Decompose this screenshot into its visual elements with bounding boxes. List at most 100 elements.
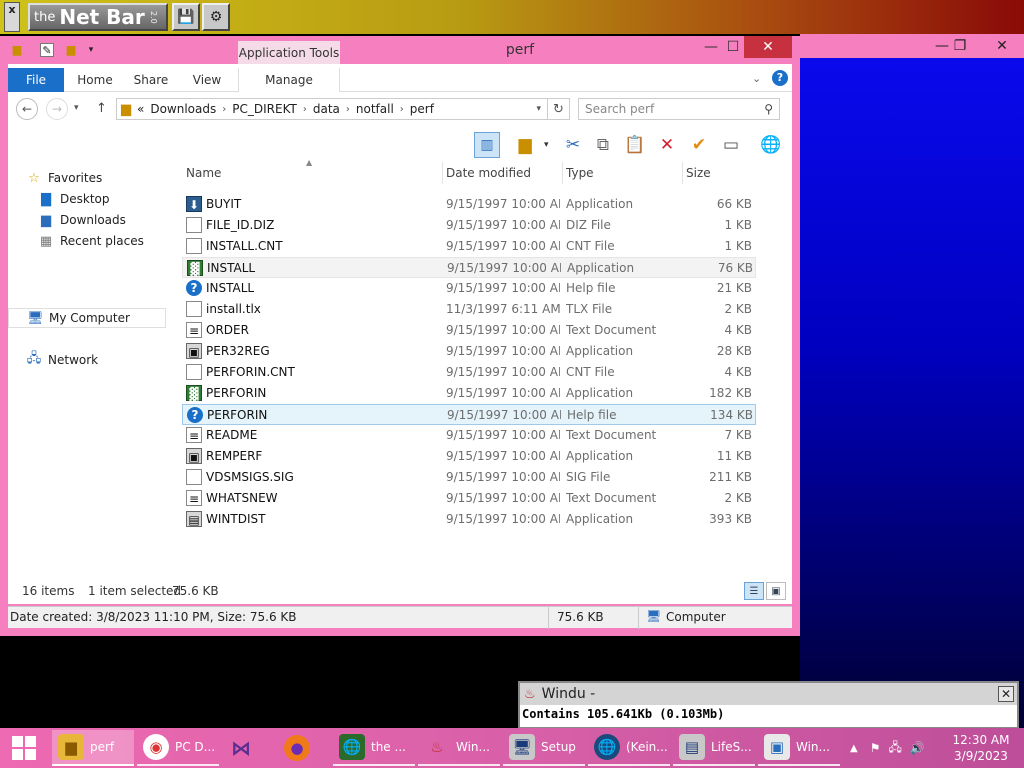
preview-pane-button[interactable]: ▥ bbox=[474, 132, 500, 158]
bg-restore-button[interactable]: ❐ bbox=[940, 34, 980, 58]
file-row[interactable]: FILE_ID.DIZ 9/15/1997 10:00 AM DIZ File 1 K… bbox=[182, 215, 756, 236]
nav-my-computer[interactable]: 🖥 My Computer bbox=[8, 308, 166, 328]
tab-share[interactable]: Share bbox=[126, 68, 176, 92]
breadcrumb-sep-icon[interactable]: › bbox=[400, 104, 404, 115]
column-header-type[interactable]: Type bbox=[562, 162, 682, 184]
details-view-button[interactable]: ☰ bbox=[744, 582, 764, 600]
cut-icon[interactable]: ✂ bbox=[560, 132, 586, 158]
file-type: Application bbox=[566, 512, 634, 526]
up-button[interactable]: ↑ bbox=[96, 101, 107, 116]
file-row[interactable]: ▣ REMPERF 9/15/1997 10:00 AM Application 11 … bbox=[182, 446, 756, 467]
windu-title-bar[interactable]: ♨ Windu - bbox=[520, 683, 1017, 705]
back-button[interactable]: ← bbox=[16, 98, 38, 120]
minimize-button[interactable]: — bbox=[700, 36, 722, 58]
breadcrumb-data[interactable]: data bbox=[313, 102, 340, 116]
breadcrumb-sep-icon[interactable]: › bbox=[222, 104, 226, 115]
nav-recent-places[interactable]: ▦ Recent places bbox=[8, 231, 166, 251]
address-bar[interactable]: ▆ « Downloads › PC_DIREKT › data › notfa… bbox=[116, 98, 548, 120]
column-header-size[interactable]: Size bbox=[682, 162, 756, 184]
file-row[interactable]: INSTALL.CNT 9/15/1997 10:00 AM CNT File 1 K… bbox=[182, 236, 756, 257]
taskbar-item-windu[interactable]: ♨ Win... bbox=[418, 730, 500, 766]
breadcrumb-sep-icon[interactable]: › bbox=[346, 104, 350, 115]
taskbar-item-firefox[interactable]: ● bbox=[278, 730, 330, 766]
recent-locations-icon[interactable]: ▾ bbox=[74, 103, 79, 113]
tray-overflow-icon[interactable]: ▲ bbox=[850, 743, 858, 754]
clock[interactable]: 12:30 AM 3/9/2023 bbox=[946, 732, 1016, 764]
globe-icon[interactable]: 🌐 bbox=[758, 132, 784, 158]
address-dropdown-icon[interactable]: ▾ bbox=[536, 104, 541, 114]
taskbar-label: perf bbox=[90, 740, 115, 754]
nav-downloads[interactable]: ▆ Downloads bbox=[8, 210, 166, 230]
taskbar-item-chrome[interactable]: ◉ PC D... bbox=[137, 730, 219, 766]
large-icons-view-button[interactable]: ▣ bbox=[766, 582, 786, 600]
start-button[interactable] bbox=[0, 728, 48, 768]
file-row[interactable]: VDSMSIGS.SIG 9/15/1997 10:00 AM SIG File 21… bbox=[182, 467, 756, 488]
folder-options-dropdown-icon[interactable]: ▾ bbox=[544, 140, 549, 150]
search-input[interactable]: Search perf ⚲ bbox=[578, 98, 780, 120]
tab-view[interactable]: View bbox=[182, 68, 232, 92]
file-row[interactable]: ▣ PER32REG 9/15/1997 10:00 AM Application 28… bbox=[182, 341, 756, 362]
taskbar-item-perf[interactable]: ▆ perf bbox=[52, 730, 134, 766]
file-row[interactable]: ▓ INSTALL 9/15/1997 10:00 AM Application 76 … bbox=[182, 257, 756, 278]
folder-options-icon[interactable]: ▆ bbox=[512, 132, 538, 158]
maximize-button[interactable]: ☐ bbox=[722, 36, 744, 58]
file-row[interactable]: ⬇ BUYIT 9/15/1997 10:00 AM Application 66 KB bbox=[182, 194, 756, 215]
breadcrumb-downloads[interactable]: Downloads bbox=[150, 102, 216, 116]
breadcrumb-notfall[interactable]: notfall bbox=[356, 102, 394, 116]
tab-manage[interactable]: Manage bbox=[238, 68, 340, 92]
info-size: 75.6 KB bbox=[557, 610, 604, 624]
delete-icon[interactable]: ✕ bbox=[654, 132, 680, 158]
file-row[interactable]: ≡ ORDER 9/15/1997 10:00 AM Text Document 4 K… bbox=[182, 320, 756, 341]
properties-icon[interactable]: ✎ bbox=[40, 43, 54, 57]
nav-network[interactable]: 🖧 Network bbox=[8, 350, 166, 370]
file-row[interactable]: ▤ WINTDIST 9/15/1997 10:00 AM Application 39… bbox=[182, 509, 756, 530]
tab-home[interactable]: Home bbox=[70, 68, 120, 92]
checkmark-icon[interactable]: ✔ bbox=[686, 132, 712, 158]
windu-close-button[interactable]: ✕ bbox=[998, 686, 1014, 702]
nav-desktop[interactable]: ▇ Desktop bbox=[8, 189, 166, 209]
taskbar-item-lifes[interactable]: ▤ LifeS... bbox=[673, 730, 755, 766]
action-center-flag-icon[interactable]: ⚑ bbox=[870, 741, 881, 755]
taskbar-item-netbar[interactable]: 🌐 the ... bbox=[333, 730, 415, 766]
forward-button[interactable]: → bbox=[46, 98, 68, 120]
network-tray-icon[interactable]: 🖧 bbox=[888, 738, 901, 759]
volume-icon[interactable]: 🔊 bbox=[910, 741, 925, 755]
breadcrumb-pc-direkt[interactable]: PC_DIREKT bbox=[232, 102, 297, 116]
visual-studio-icon: ⋈ bbox=[231, 736, 251, 760]
file-row[interactable]: ▓ PERFORIN 9/15/1997 10:00 AM Application 18… bbox=[182, 383, 756, 404]
netbar-close-button[interactable]: x bbox=[4, 2, 20, 32]
window-app-icon: ▣ bbox=[186, 343, 202, 359]
netbar-tools-icon[interactable]: ⚙ bbox=[202, 3, 230, 31]
file-row[interactable]: install.tlx 11/3/1997 6:11 AM TLX File 2 KB bbox=[182, 299, 756, 320]
file-row[interactable]: ≡ README 9/15/1997 10:00 AM Text Document 7 … bbox=[182, 425, 756, 446]
new-folder-icon[interactable]: ▆ bbox=[64, 43, 78, 57]
tab-file[interactable]: File bbox=[8, 68, 64, 92]
rename-icon[interactable]: ▭ bbox=[718, 132, 744, 158]
windu-title: Windu - bbox=[541, 686, 596, 702]
netbar-globe-icon: 🌐 bbox=[339, 734, 365, 760]
bg-close-button[interactable]: ✕ bbox=[980, 34, 1024, 58]
copy-icon[interactable]: ⧉ bbox=[590, 132, 616, 158]
file-size: 4 KB bbox=[724, 323, 752, 337]
taskbar-item-setup[interactable]: 🖥 Setup bbox=[503, 730, 585, 766]
file-row[interactable]: ? INSTALL 9/15/1997 10:00 AM Help file 21 KB bbox=[182, 278, 756, 299]
breadcrumb-perf[interactable]: perf bbox=[410, 102, 434, 116]
file-row[interactable]: ≡ WHATSNEW 9/15/1997 10:00 AM Text Document… bbox=[182, 488, 756, 509]
address-prefix[interactable]: « bbox=[137, 102, 144, 116]
refresh-button[interactable]: ↻ bbox=[548, 98, 570, 120]
file-size: 1 KB bbox=[724, 218, 752, 232]
quick-access-dropdown-icon[interactable]: ▾ bbox=[84, 43, 98, 57]
taskbar-item-kein[interactable]: 🌐 (Kein... bbox=[588, 730, 670, 766]
nav-favorites[interactable]: ☆ Favorites bbox=[8, 168, 166, 188]
close-button[interactable]: ✕ bbox=[744, 36, 792, 58]
file-row[interactable]: PERFORIN.CNT 9/15/1997 10:00 AM CNT File 4 … bbox=[182, 362, 756, 383]
file-row[interactable]: ? PERFORIN 9/15/1997 10:00 AM Help file 134 … bbox=[182, 404, 756, 425]
taskbar-item-visual-studio[interactable]: ⋈ bbox=[222, 730, 276, 766]
help-icon[interactable]: ? bbox=[772, 70, 788, 86]
netbar-drive-icon[interactable]: 💾 bbox=[172, 3, 200, 31]
breadcrumb-sep-icon[interactable]: › bbox=[303, 104, 307, 115]
paste-icon[interactable]: 📋 bbox=[622, 132, 648, 158]
taskbar-item-win[interactable]: ▣ Win... bbox=[758, 730, 840, 766]
ribbon-expand-icon[interactable]: ⌄ bbox=[752, 72, 761, 85]
column-header-date[interactable]: Date modified bbox=[442, 162, 562, 184]
